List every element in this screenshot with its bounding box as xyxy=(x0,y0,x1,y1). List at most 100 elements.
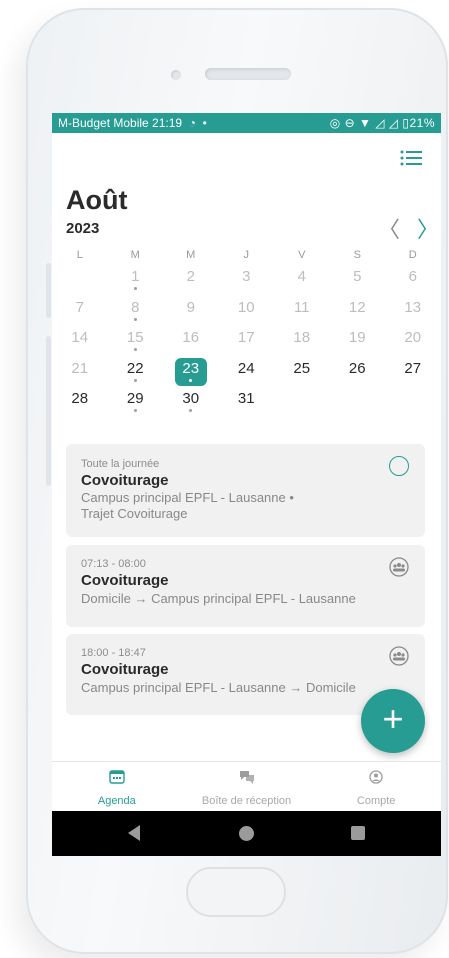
home-icon[interactable] xyxy=(239,826,254,841)
calendar-week-row: 28 29 30 31 xyxy=(52,387,441,418)
recents-icon[interactable] xyxy=(351,826,365,840)
add-event-button[interactable]: + xyxy=(361,689,425,753)
day-number: 14 xyxy=(71,329,89,346)
event-location: Campus principal EPFL - Lausanne • xyxy=(81,490,294,505)
event-title: Covoiturage xyxy=(81,572,169,589)
event-route: Domicile → Campus principal EPFL - Lausa… xyxy=(81,591,356,606)
weekday-label: M xyxy=(130,249,140,261)
chevron-left-icon[interactable]: 〈 xyxy=(378,212,400,244)
calendar-day[interactable]: 20 xyxy=(385,326,441,357)
calendar-week-row: 21 22 23 24 25 26 27 xyxy=(52,357,441,388)
wifi-icon: ▼ xyxy=(358,116,372,130)
calendar-day[interactable]: 12 xyxy=(330,296,386,327)
calendar-day[interactable]: 23 xyxy=(163,357,219,388)
calendar-icon xyxy=(109,770,125,784)
calendar-day[interactable]: 4 xyxy=(274,265,330,296)
day-number: 31 xyxy=(237,390,255,407)
account-icon xyxy=(369,770,383,784)
calendar-day[interactable]: 27 xyxy=(385,357,441,388)
day-number: 21 xyxy=(71,359,89,377)
calendar-day[interactable]: 31 xyxy=(219,387,275,418)
event-time: 07:13 - 08:00 xyxy=(81,558,146,570)
calendar-day[interactable]: 2 xyxy=(163,265,219,296)
group-icon xyxy=(389,557,409,577)
calendar-week-row: 14 15 16 17 18 19 20 xyxy=(52,326,441,357)
calendar-day[interactable]: 21 xyxy=(52,357,108,388)
dnd-icon: ⊖ xyxy=(344,116,356,130)
circle-outline-icon[interactable] xyxy=(389,456,409,476)
day-number: 17 xyxy=(237,329,255,346)
calendar-day[interactable]: 1 xyxy=(108,265,164,296)
calendar-day[interactable]: 8 xyxy=(108,296,164,327)
system-status-icons: ◎ ⊖ ▼ ◿ ◿ ▯21% xyxy=(330,116,435,130)
calendar-day[interactable]: 17 xyxy=(219,326,275,357)
calendar-day[interactable]: 13 xyxy=(385,296,441,327)
phone-side-button-bottom xyxy=(46,336,51,486)
calendar-day[interactable]: 15 xyxy=(108,326,164,357)
phone-speaker xyxy=(205,68,291,80)
event-indicator-dot xyxy=(133,348,137,351)
event-indicator-dot xyxy=(133,317,137,321)
event-card[interactable]: Toute la journée Covoiturage Campus prin… xyxy=(66,444,425,537)
phone-side-button-top xyxy=(46,263,51,318)
battery-level: 21% xyxy=(409,116,435,130)
calendar-day[interactable]: 29 xyxy=(108,387,164,418)
calendar-grid: LMMJVSD 1 2 3 4 5 6 7 8 9 10 11 12 13 14 15 16 17 18 19 20 2… xyxy=(52,249,441,418)
weekday-label: L xyxy=(76,249,83,261)
day-number: 13 xyxy=(404,298,422,316)
weekday-label: V xyxy=(298,249,306,261)
chevron-right-icon[interactable]: 〉 xyxy=(417,212,439,244)
calendar-day[interactable]: 6 xyxy=(385,265,441,296)
calendar-day[interactable]: 9 xyxy=(163,296,219,327)
event-description: Trajet Covoiturage xyxy=(81,506,188,521)
tab-inbox[interactable]: Boîte de réception xyxy=(182,762,312,811)
calendar-day[interactable]: 11 xyxy=(274,296,330,327)
calendar-day[interactable]: 16 xyxy=(163,326,219,357)
day-number: 11 xyxy=(293,298,310,316)
phone-camera xyxy=(171,70,181,80)
calendar-day[interactable]: 24 xyxy=(219,357,275,388)
event-indicator-dot xyxy=(133,409,137,412)
day-number: 9 xyxy=(186,298,195,316)
calendar-week-row: 1 2 3 4 5 6 xyxy=(52,265,441,296)
day-number: 24 xyxy=(237,359,255,377)
weekday-label: M xyxy=(186,249,196,261)
calendar-day[interactable]: 3 xyxy=(219,265,275,296)
calendar-day[interactable]: 14 xyxy=(52,326,108,357)
calendar-day[interactable]: 10 xyxy=(219,296,275,327)
calendar-weeks: 1 2 3 4 5 6 7 8 9 10 11 12 13 14 15 16 17 18 19 20 21 22 23 24 2… xyxy=(52,265,441,418)
calendar-empty-cell xyxy=(52,265,108,296)
tab-agenda[interactable]: Agenda xyxy=(52,762,182,811)
calendar-day[interactable]: 26 xyxy=(330,357,386,388)
event-indicator-dot xyxy=(133,378,137,382)
calendar-day[interactable]: 22 xyxy=(108,357,164,388)
event-indicator-dot xyxy=(189,378,193,382)
calendar-day[interactable]: 5 xyxy=(330,265,386,296)
signal-icon: ◿ xyxy=(375,116,385,130)
list-icon[interactable] xyxy=(400,149,422,167)
phone-home-button[interactable] xyxy=(186,867,286,917)
calendar-week-row: 7 8 9 10 11 12 13 xyxy=(52,296,441,327)
day-number: 4 xyxy=(297,268,306,285)
calendar-day[interactable]: 28 xyxy=(52,387,108,418)
chat-bubbles-icon xyxy=(239,771,254,784)
day-number: 3 xyxy=(242,268,251,285)
back-icon[interactable] xyxy=(128,825,140,841)
calendar-day[interactable]: 30 xyxy=(163,387,219,418)
weekday-label: S xyxy=(353,249,361,261)
group-icon xyxy=(389,646,409,666)
calendar-empty-cell xyxy=(330,387,386,418)
event-card[interactable]: 07:13 - 08:00 Covoiturage Domicile → Cam… xyxy=(66,545,425,627)
weekday-label: D xyxy=(408,249,417,261)
tab-account[interactable]: Compte xyxy=(311,762,441,811)
status-bar: M-Budget Mobile 21:19 ◔ • ◎ ⊖ ▼ ◿ ◿ ▯21% xyxy=(52,113,441,133)
event-time: 18:00 - 18:47 xyxy=(81,647,146,659)
calendar-day[interactable]: 19 xyxy=(330,326,386,357)
calendar-day[interactable]: 25 xyxy=(274,357,330,388)
calendar-day[interactable]: 7 xyxy=(52,296,108,327)
signal-icon-2: ◿ xyxy=(388,116,399,130)
calendar-empty-cell xyxy=(385,387,441,418)
app-screen: M-Budget Mobile 21:19 ◔ • ◎ ⊖ ▼ ◿ ◿ ▯21%… xyxy=(52,113,441,856)
day-number: 2 xyxy=(186,268,195,285)
calendar-day[interactable]: 18 xyxy=(274,326,330,357)
